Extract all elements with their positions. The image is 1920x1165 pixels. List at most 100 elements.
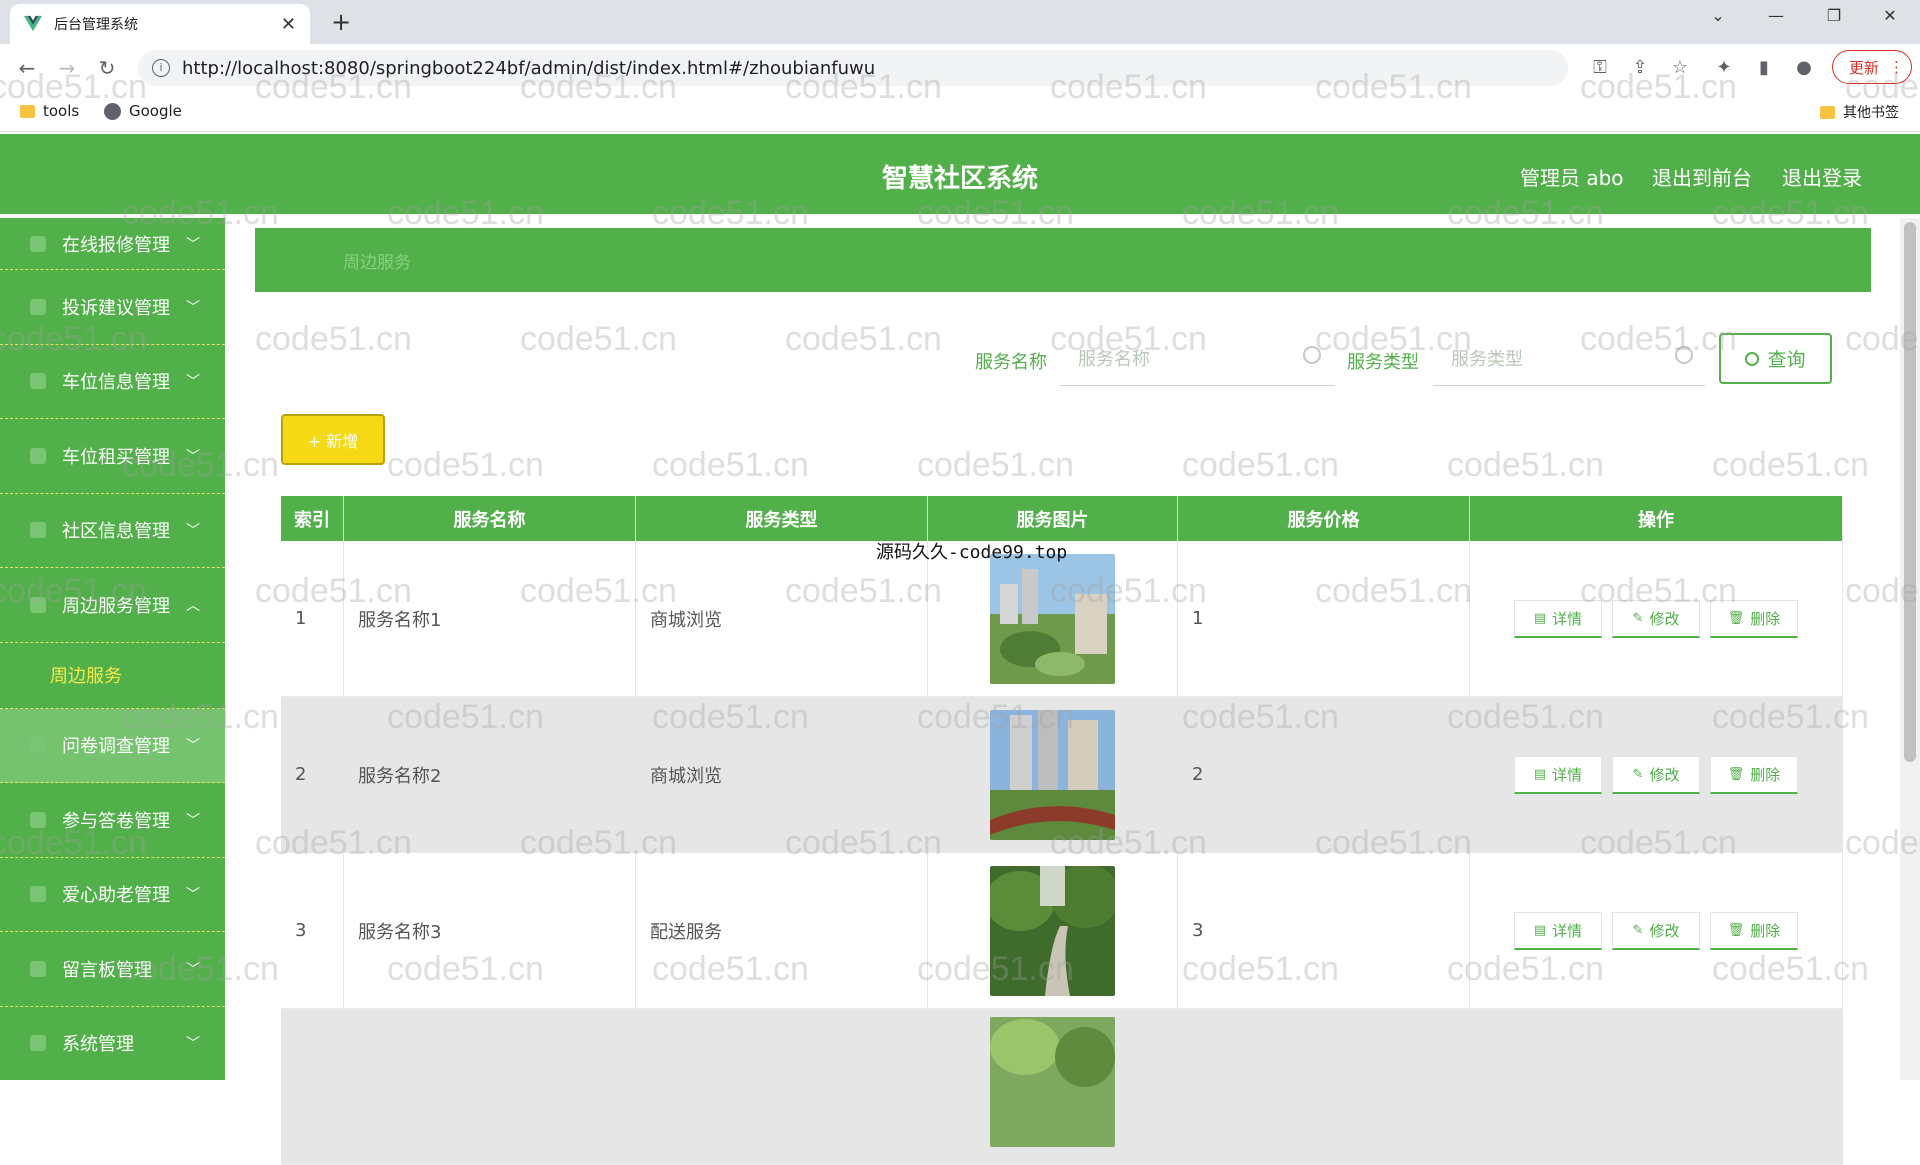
edit-button[interactable]: ✎ 修改 <box>1612 599 1700 638</box>
search-icon <box>1303 346 1321 364</box>
bookmark-tools[interactable]: tools <box>20 102 79 120</box>
service-type-input[interactable] <box>1433 334 1705 386</box>
cell-index <box>281 1009 344 1164</box>
maximize-icon[interactable]: ❐ <box>1814 6 1854 25</box>
trash-icon: 🗑 <box>1727 922 1745 938</box>
delete-button[interactable]: 🗑 删除 <box>1710 599 1798 638</box>
col-name: 服务名称 <box>344 496 636 541</box>
browser-tab[interactable]: 后台管理系统 ✕ <box>10 4 310 44</box>
sidebar-item-answers[interactable]: 参与答卷管理 ﹀ <box>0 783 225 858</box>
sidebar-item-complaint[interactable]: 投诉建议管理 ﹀ <box>0 270 225 345</box>
sidebar-item-repair[interactable]: 在线报修管理 ﹀ <box>0 218 225 270</box>
chevron-up-icon: ︿ <box>186 597 200 614</box>
service-image[interactable] <box>990 709 1115 840</box>
submenu-nearby-service[interactable]: 周边服务 <box>0 643 225 709</box>
cell-index: 3 <box>281 853 344 1008</box>
query-label: 查询 <box>1767 349 1806 371</box>
search-icon <box>1675 346 1693 364</box>
edit-label: 修改 <box>1649 609 1680 628</box>
detail-button[interactable]: ▤ 详情 <box>1514 599 1602 638</box>
delete-button[interactable]: 🗑 删除 <box>1710 755 1798 794</box>
tab-search-icon[interactable]: ⌄ <box>1698 6 1738 25</box>
watermark-text: code51.cn <box>1182 446 1339 484</box>
address-bar[interactable]: i http://localhost:8080/springboot224bf/… <box>138 50 1568 86</box>
add-button[interactable]: + 新增 <box>281 414 385 465</box>
menu-label: 问卷调查管理 <box>62 736 170 758</box>
pencil-icon: ✎ <box>1632 610 1644 626</box>
site-info-icon[interactable]: i <box>152 59 170 77</box>
delete-label: 删除 <box>1750 765 1781 784</box>
delete-button[interactable]: 🗑 删除 <box>1710 911 1798 950</box>
detail-button[interactable]: ▤ 详情 <box>1514 755 1602 794</box>
new-tab-icon[interactable]: + <box>326 8 356 36</box>
profile-icon[interactable]: ● <box>1792 56 1816 80</box>
chevron-down-icon: ﹀ <box>186 299 200 316</box>
chevron-down-icon: ﹀ <box>186 887 200 904</box>
key-icon[interactable]: ⚿ <box>1588 56 1612 80</box>
cell-image <box>928 853 1178 1008</box>
sidebar-item-nearby-services[interactable]: 周边服务管理 ︿ <box>0 568 225 643</box>
chevron-down-icon: ﹀ <box>186 738 200 755</box>
cell-type <box>636 1009 928 1164</box>
search-icon <box>1745 351 1760 366</box>
chevron-down-icon: ﹀ <box>186 812 200 829</box>
menu-icon <box>30 811 46 828</box>
document-icon: ▤ <box>1533 922 1547 938</box>
url-text: http://localhost:8080/springboot224bf/ad… <box>182 57 876 79</box>
table-row <box>281 1009 1843 1165</box>
sidepanel-icon[interactable]: ▮ <box>1752 56 1776 80</box>
breadcrumb-item[interactable]: 周边服务 <box>343 248 411 273</box>
back-icon[interactable]: ← <box>14 55 40 81</box>
query-button[interactable]: 查询 <box>1719 333 1832 384</box>
chevron-down-icon: ﹀ <box>186 374 200 391</box>
other-bookmarks[interactable]: 其他书签 <box>1820 102 1899 122</box>
tab-close-icon[interactable]: ✕ <box>281 14 296 35</box>
table-row: 1 服务名称1 商城浏览 1 ▤ 详情 ✎ 修改 🗑 删除 <box>281 541 1843 697</box>
edit-button[interactable]: ✎ 修改 <box>1612 755 1700 794</box>
service-image[interactable] <box>990 865 1115 996</box>
minimize-icon[interactable]: — <box>1756 6 1796 25</box>
document-icon: ▤ <box>1533 766 1547 782</box>
forward-icon[interactable]: → <box>54 55 80 81</box>
sidebar-item-message-board[interactable]: 留言板管理 ﹀ <box>0 932 225 1007</box>
cell-type: 配送服务 <box>636 853 928 1008</box>
sidebar-item-system[interactable]: 系统管理 ﹀ <box>0 1007 225 1081</box>
sidebar-item-survey[interactable]: 问卷调查管理 ﹀ <box>0 708 225 783</box>
menu-icon <box>30 886 46 903</box>
bookmark-google[interactable]: Google <box>104 102 182 120</box>
service-name-input[interactable] <box>1060 334 1335 386</box>
sidebar-item-parking-info[interactable]: 车位信息管理 ﹀ <box>0 345 225 419</box>
col-type: 服务类型 <box>636 496 928 541</box>
service-image[interactable] <box>990 1017 1115 1147</box>
extensions-icon[interactable]: ✦ <box>1712 56 1736 80</box>
watermark-text: code51.cn <box>652 446 809 484</box>
menu-icon <box>30 373 46 390</box>
update-button[interactable]: 更新 ⋮ <box>1832 50 1912 84</box>
service-image[interactable] <box>990 553 1115 684</box>
star-icon[interactable]: ☆ <box>1668 56 1692 80</box>
update-label: 更新 <box>1849 58 1880 77</box>
edit-button[interactable]: ✎ 修改 <box>1612 911 1700 950</box>
to-front-link[interactable]: 退出到前台 <box>1652 162 1752 191</box>
cell-actions: ▤ 详情 ✎ 修改 🗑 删除 <box>1470 853 1843 1008</box>
menu-icon <box>30 447 46 464</box>
delete-label: 删除 <box>1750 921 1781 940</box>
menu-label: 系统管理 <box>62 1034 134 1056</box>
page-scrollbar[interactable] <box>1900 218 1920 1080</box>
sidebar: 在线报修管理 ﹀ 投诉建议管理 ﹀ 车位信息管理 ﹀ 车位租买管理 ﹀ 社区信息管理 ﹀ … <box>0 218 225 1080</box>
cell-image <box>928 1009 1178 1164</box>
col-image: 服务图片 <box>928 496 1178 541</box>
globe-icon <box>104 102 121 120</box>
share-icon[interactable]: ⇪ <box>1628 56 1652 80</box>
sidebar-item-community-info[interactable]: 社区信息管理 ﹀ <box>0 494 225 568</box>
window-close-icon[interactable]: ✕ <box>1870 6 1910 25</box>
breadcrumb: 周边服务 <box>255 228 1871 292</box>
logout-link[interactable]: 退出登录 <box>1782 162 1862 191</box>
menu-label: 社区信息管理 <box>62 521 170 543</box>
watermark-text: code51.cn <box>255 320 412 358</box>
sidebar-item-elderly-care[interactable]: 爱心助老管理 ﹀ <box>0 858 225 932</box>
detail-button[interactable]: ▤ 详情 <box>1514 911 1602 950</box>
scrollbar-thumb[interactable] <box>1904 222 1916 762</box>
reload-icon[interactable]: ↻ <box>94 55 120 81</box>
sidebar-item-parking-rent[interactable]: 车位租买管理 ﹀ <box>0 419 225 494</box>
